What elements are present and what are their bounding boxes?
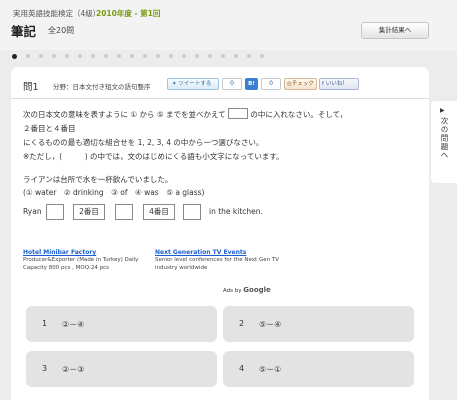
ad-block: Hotel Minibar Factory Producer&Exporter … [23, 249, 283, 294]
pagination-dot[interactable] [39, 54, 43, 58]
ads-by-google[interactable]: Ads by Google [223, 286, 271, 294]
pagination-dot[interactable] [234, 54, 238, 58]
mixi-check-button[interactable]: ◎チェック [284, 78, 317, 90]
sentence-end: in the kitchen. [209, 207, 263, 216]
japanese-sentence: ライアンは台所で水を一杯飲んでいました。 [23, 175, 173, 184]
pagination-dot[interactable] [143, 54, 147, 58]
pagination-dot[interactable] [247, 54, 251, 58]
tweet-label: ツイートする [178, 81, 212, 87]
answer-box-sample [228, 108, 248, 119]
slot-4: 4番目 [143, 204, 175, 220]
answer-value: ②－③ [62, 365, 85, 374]
results-button[interactable]: 集計結果へ [361, 22, 429, 39]
sentence-start: Ryan [23, 207, 42, 216]
question-body: 次の日本文の意味を表すように ① から ⑤ までを並べかえて の中に入れなさい。… [23, 108, 353, 199]
answer-value: ⑤－① [259, 365, 282, 374]
pagination-dot[interactable] [26, 54, 30, 58]
bookmark-count: 0 [261, 78, 281, 90]
ad-item[interactable]: Next Generation TV Events Senior level c… [155, 249, 280, 272]
question-pagination [12, 53, 264, 60]
pagination-dot[interactable] [117, 54, 121, 58]
answer-number: 3 [42, 364, 48, 373]
top-bar: 実用英語技能検定（4級） 2010年度 - 第1回 筆記 全20問 集計結果へ [0, 0, 457, 50]
word-choices: (① water ② drinking ③ of ④ was ⑤ a glass… [23, 188, 205, 197]
hatena-bookmark-icon[interactable]: B! [245, 78, 258, 90]
answer-option[interactable]: 4 ⑤－① [223, 351, 414, 387]
question-number: 問1 [23, 82, 39, 93]
pagination-dot[interactable] [104, 54, 108, 58]
next-question-tab[interactable]: ▶ 次の問題へ [431, 101, 457, 183]
pagination-dot-current[interactable] [12, 53, 17, 59]
pagination-dot[interactable] [221, 54, 225, 58]
ad-text: Senior level conferences for the Next Ge… [155, 257, 279, 271]
slot-1 [46, 204, 64, 220]
answer-value: ⑤－④ [259, 320, 282, 329]
pagination-dot[interactable] [52, 54, 56, 58]
question-total: 全20問 [48, 26, 75, 35]
pagination-dot[interactable] [169, 54, 173, 58]
answer-value: ②－④ [62, 320, 85, 329]
google-logo: Google [243, 286, 271, 294]
question-category: 分野：日本文付き短文の語句整序 [53, 83, 151, 91]
like-label: いいね！ [325, 81, 348, 87]
slot-5 [183, 204, 201, 220]
pagination-dot[interactable] [195, 54, 199, 58]
ad-item[interactable]: Hotel Minibar Factory Producer&Exporter … [23, 249, 148, 272]
answer-option[interactable]: 1 ②－④ [26, 306, 217, 342]
next-question-label: 次の問題へ [440, 117, 449, 160]
answer-number: 2 [239, 319, 245, 328]
answer-number: 1 [42, 319, 48, 328]
pagination-dot[interactable] [130, 54, 134, 58]
pagination-dot[interactable] [208, 54, 212, 58]
pagination-dot[interactable] [65, 54, 69, 58]
pagination-dot[interactable] [182, 54, 186, 58]
slot-3 [115, 204, 133, 220]
facebook-like-button[interactable]: f いいね！ [319, 78, 359, 90]
slot-2: 2番目 [73, 204, 105, 220]
instruction-note: ※ただし，( ) の中では，文のはじめにくる語も小文字になっています。 [23, 152, 284, 161]
answer-number: 4 [239, 364, 245, 373]
triangle-right-icon: ▶ [440, 107, 445, 114]
ad-text: Producer&Exporter (Made in Turkey) Daily… [23, 257, 139, 271]
instruction: 次の日本文の意味を表すように ① から ⑤ までを並べかえて の中に入れなさい。… [23, 108, 348, 147]
ad-title[interactable]: Hotel Minibar Factory [23, 249, 148, 256]
exam-year: 2010年度 - 第1回 [96, 9, 161, 18]
pagination-dot[interactable] [156, 54, 160, 58]
tweet-count: 0 [222, 78, 242, 90]
exam-name: 実用英語技能検定（4級） [13, 9, 101, 18]
check-label: チェック [291, 81, 314, 87]
section-title: 筆記 [11, 24, 37, 39]
tweet-button[interactable]: ✦ ツイートする [167, 78, 219, 90]
pagination-dot[interactable] [78, 54, 82, 58]
pagination-dot[interactable] [91, 54, 95, 58]
pagination-dot[interactable] [260, 54, 264, 58]
answer-option[interactable]: 2 ⑤－④ [223, 306, 414, 342]
answer-option[interactable]: 3 ②－③ [26, 351, 217, 387]
question-card: 問1 分野：日本文付き短文の語句整序 ✦ ツイートする 0 B! 0 ◎チェック… [11, 67, 429, 400]
question-header: 問1 分野：日本文付き短文の語句整序 ✦ ツイートする 0 B! 0 ◎チェック… [11, 67, 429, 99]
ad-title[interactable]: Next Generation TV Events [155, 249, 280, 256]
